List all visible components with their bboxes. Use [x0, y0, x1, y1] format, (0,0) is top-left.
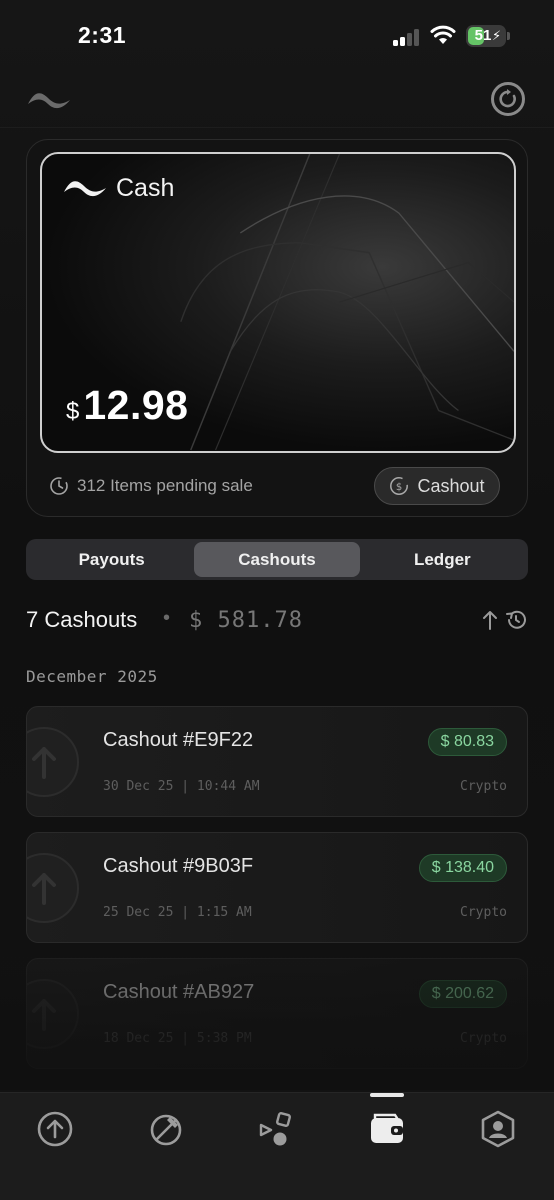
cashout-row[interactable]: Cashout #9B03F $ 138.40 25 Dec 25 | 1:15… [26, 832, 528, 943]
app-header [0, 72, 554, 128]
cashout-datetime: 25 Dec 25 | 1:15 AM [103, 905, 252, 920]
cash-card[interactable]: Cash $ 12.98 [40, 152, 516, 453]
dollar-circle-icon: $ [390, 477, 409, 495]
no-edit-icon[interactable] [146, 1109, 186, 1149]
refresh-button[interactable] [490, 81, 526, 117]
charging-bolt-icon: ⚡ [492, 28, 502, 43]
cashout-method: Crypto [460, 905, 507, 920]
cashout-amount-badge: $ 80.83 [427, 728, 507, 756]
cellular-signal-icon [393, 28, 421, 46]
pending-sale-info: 312 Items pending sale [49, 476, 253, 496]
battery-icon: 51 ⚡ [466, 25, 506, 47]
upload-icon[interactable] [35, 1109, 75, 1149]
cashout-datetime: 30 Dec 25 | 10:44 AM [103, 779, 260, 794]
cashout-method: Crypto [460, 1031, 507, 1046]
cashouts-summary: 7 Cashouts • $ 581.78 [26, 604, 528, 638]
cashouts-total: $ 581.78 [189, 608, 303, 633]
cashout-row[interactable]: Cashout #AB927 $ 200.62 18 Dec 25 | 5:38… [26, 958, 528, 1069]
wallet-icon[interactable] [367, 1109, 407, 1149]
wallet-panel: Cash $ 12.98 312 Items pending sale $ Ca… [26, 139, 528, 517]
shapes-icon[interactable] [257, 1109, 297, 1149]
active-tab-indicator [370, 1093, 404, 1097]
card-brand-name: Cash [116, 174, 175, 202]
sort-arrow-up-icon[interactable] [482, 608, 498, 632]
history-icon[interactable] [504, 608, 528, 632]
tab-payouts[interactable]: Payouts [29, 542, 194, 577]
profile-shield-icon[interactable] [478, 1109, 518, 1149]
cashout-button-label: Cashout [417, 475, 485, 496]
card-balance: $ 12.98 [66, 382, 188, 429]
wifi-icon [430, 25, 456, 44]
cashout-title: Cashout #E9F22 [103, 729, 254, 751]
cashout-title: Cashout #9B03F [103, 855, 254, 877]
tab-cashouts[interactable]: Cashouts [194, 542, 360, 577]
balance-currency: $ [66, 398, 80, 425]
battery-nub [507, 32, 510, 40]
pending-sale-text: 312 Items pending sale [77, 476, 253, 495]
cashout-title: Cashout #AB927 [103, 981, 255, 1003]
tab-ledger[interactable]: Ledger [360, 542, 525, 577]
cashout-method: Crypto [460, 779, 507, 794]
card-brand: Cash [62, 174, 174, 203]
balance-amount: 12.98 [83, 382, 189, 428]
upload-arrow-icon [27, 853, 79, 923]
brand-wave-icon[interactable] [26, 86, 72, 112]
month-header: December 2025 [26, 667, 158, 686]
upload-arrow-icon [27, 727, 79, 797]
status-bar: 2:31 51 ⚡ [0, 0, 554, 70]
cashout-row[interactable]: Cashout #E9F22 $ 80.83 30 Dec 25 | 10:44… [26, 706, 528, 817]
upload-arrow-icon [27, 979, 79, 1049]
clock-icon [50, 477, 68, 495]
brand-wave-icon [64, 180, 106, 196]
cashout-datetime: 18 Dec 25 | 5:38 PM [103, 1031, 252, 1046]
summary-separator: • [163, 607, 171, 629]
cashout-button[interactable]: $ Cashout [374, 467, 500, 505]
cashouts-count: 7 Cashouts [26, 607, 138, 632]
bottom-navigation [0, 1092, 554, 1200]
cashout-amount-badge: $ 200.62 [418, 980, 507, 1008]
cashout-amount-badge: $ 138.40 [418, 854, 507, 882]
svg-text:$: $ [396, 482, 402, 493]
history-tabs: Payouts Cashouts Ledger [26, 539, 528, 580]
status-time: 2:31 [78, 22, 127, 48]
